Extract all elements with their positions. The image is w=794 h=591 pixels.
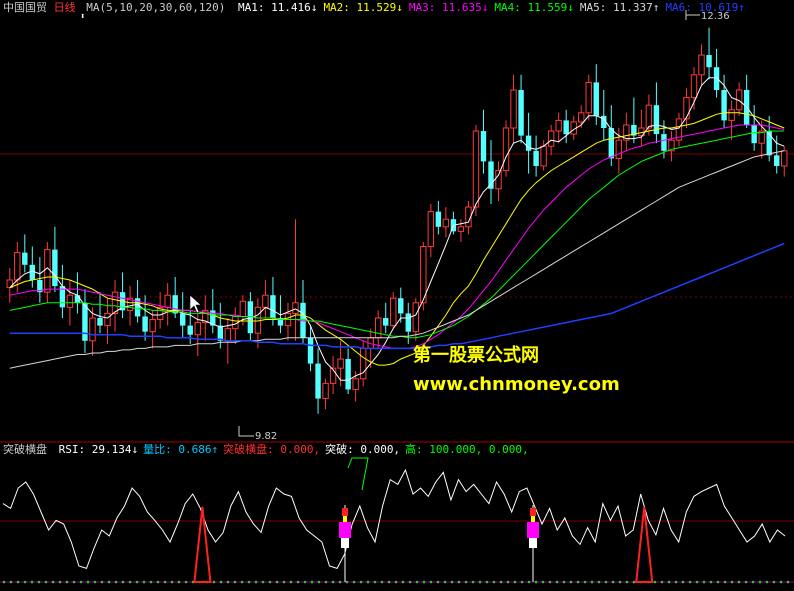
candle — [374, 310, 382, 349]
ma-line-ma6 — [9, 242, 785, 350]
candle — [706, 27, 712, 80]
candle — [37, 257, 43, 303]
candle — [44, 242, 51, 303]
ma-value-4: MA4: 11.559↓ — [494, 1, 574, 14]
candle — [442, 207, 450, 238]
breakout-spike — [193, 506, 212, 583]
stock-chart-window: 12.36 9.82 中国国贸 日线 MA(5,10,20,30,60,120)… — [0, 0, 794, 591]
price-chart[interactable]: 12.36 9.82 — [0, 0, 794, 591]
candle — [601, 90, 607, 141]
ma-line-ma3 — [9, 124, 785, 349]
candle — [149, 310, 156, 349]
indicator-name[interactable]: 突破横盘 — [3, 443, 47, 456]
candlesticks — [6, 27, 788, 414]
candle — [555, 112, 562, 144]
indicator-value-4: 突破: 0.000, — [325, 443, 401, 456]
candle — [510, 74, 517, 144]
candle — [690, 67, 698, 110]
candle — [563, 109, 569, 144]
candle — [518, 74, 524, 144]
candle — [262, 280, 269, 318]
candle — [292, 219, 299, 341]
watermark-title: 第一股票公式网 — [413, 345, 539, 366]
candle — [472, 124, 480, 217]
candle — [82, 289, 88, 353]
ma-value-5: MA5: 11.337↑ — [579, 1, 660, 14]
candle — [22, 234, 28, 273]
candle — [29, 246, 36, 288]
candle — [345, 348, 351, 394]
indicator-header: 突破横盘 RSI: 29.134↓ 量比: 0.686↑ 突破横盘: 0.000, 突… — [3, 443, 529, 456]
candle — [398, 287, 404, 323]
candle — [743, 74, 750, 128]
watermark-url: www.chnmoney.com — [413, 374, 620, 395]
candle — [488, 140, 494, 204]
candle — [728, 100, 735, 141]
candle — [329, 356, 337, 394]
breakout-marker — [339, 505, 351, 582]
candle — [164, 283, 171, 326]
period-label[interactable]: 日线 — [54, 1, 76, 14]
candle — [383, 302, 389, 334]
candle — [119, 272, 126, 318]
low-price-label: 9.82 — [255, 431, 277, 442]
candle — [59, 264, 66, 318]
candle — [533, 135, 539, 177]
candle — [502, 120, 510, 177]
candle — [427, 204, 435, 258]
candle — [638, 109, 645, 147]
candle — [217, 302, 224, 349]
indicator-values: RSI: 29.134↓ 量比: 0.686↑ 突破横盘: 0.000, 突破: 0.… — [54, 443, 529, 456]
ma-value-6: MA6: 10.619↑ — [665, 1, 745, 14]
stock-name[interactable]: 中国国贸 — [3, 1, 47, 14]
ma-value-2: MA2: 11.529↓ — [323, 1, 403, 14]
breakout-marker — [527, 505, 539, 582]
candle — [315, 348, 321, 414]
candle — [202, 295, 209, 341]
candle — [713, 48, 720, 98]
candle — [480, 109, 487, 174]
candle — [97, 292, 103, 334]
candle — [52, 226, 58, 293]
moving-average-lines — [9, 77, 785, 381]
candle — [179, 292, 186, 338]
indicator-value-5: 高: 100.000, 0.000, — [405, 443, 529, 456]
candle — [322, 378, 329, 410]
candle — [525, 112, 532, 174]
candle — [675, 112, 683, 147]
candle — [495, 161, 502, 201]
candle — [435, 200, 442, 235]
high-line — [347, 457, 369, 491]
candle — [698, 44, 705, 86]
ma-values: MA1: 11.416↓ MA2: 11.529↓ MA3: 11.635↓ MA4:… — [232, 1, 745, 14]
candle — [390, 292, 397, 329]
rsi-line — [2, 468, 786, 570]
candle — [232, 307, 239, 344]
main-chart-header: 中国国贸 日线 MA(5,10,20,30,60,120) MA1: 11.41… — [3, 1, 745, 14]
candle — [631, 97, 637, 144]
candle — [307, 325, 314, 372]
expand-arrow-icon[interactable]: ⬍ — [80, 12, 85, 22]
candle — [585, 74, 592, 121]
candle — [210, 289, 216, 334]
indicator-value-1: RSI: 29.134↓ — [58, 443, 139, 456]
candle — [623, 112, 630, 151]
candle — [683, 88, 690, 128]
indicator-value-2: 量比: 0.686↑ — [143, 443, 219, 456]
candle — [668, 131, 675, 162]
candle — [735, 82, 743, 116]
candle — [74, 272, 81, 314]
candle — [284, 302, 292, 341]
indicator-value-3: 突破横盘: 0.000, — [223, 443, 321, 456]
ma-value-3: MA3: 11.635↓ — [408, 1, 489, 14]
candle — [653, 82, 660, 144]
candle — [615, 128, 623, 174]
ma-params[interactable]: MA(5,10,20,30,60,120) — [86, 1, 225, 14]
candle — [751, 105, 757, 151]
candle — [457, 219, 465, 242]
ma-value-1: MA1: 11.416↓ — [237, 1, 318, 14]
breakout-spike — [635, 506, 654, 583]
